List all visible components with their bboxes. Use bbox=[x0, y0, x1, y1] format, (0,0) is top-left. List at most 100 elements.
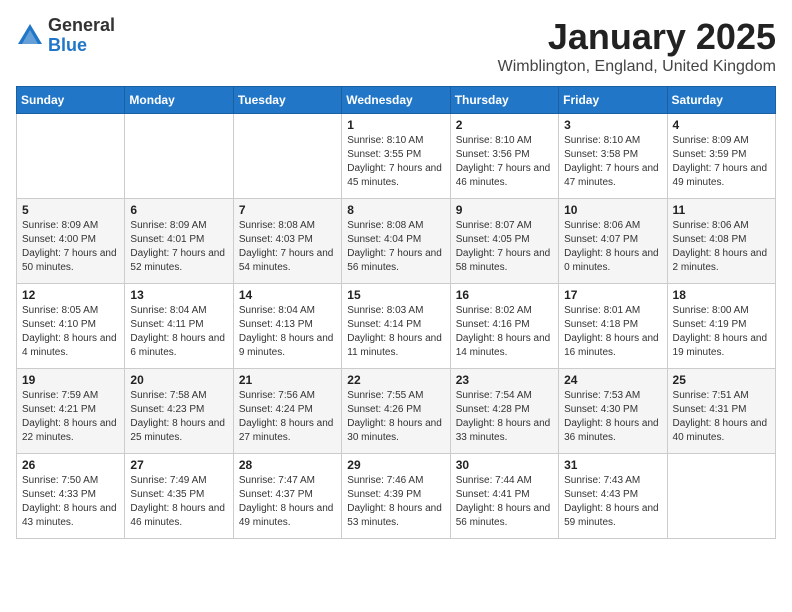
day-number: 11 bbox=[673, 203, 770, 217]
day-number: 26 bbox=[22, 458, 119, 472]
calendar-cell: 27Sunrise: 7:49 AM Sunset: 4:35 PM Dayli… bbox=[125, 454, 233, 539]
calendar-week-5: 26Sunrise: 7:50 AM Sunset: 4:33 PM Dayli… bbox=[17, 454, 776, 539]
day-number: 4 bbox=[673, 118, 770, 132]
day-detail: Sunrise: 8:01 AM Sunset: 4:18 PM Dayligh… bbox=[564, 304, 661, 360]
calendar-cell: 6Sunrise: 8:09 AM Sunset: 4:01 PM Daylig… bbox=[125, 199, 233, 284]
day-detail: Sunrise: 7:43 AM Sunset: 4:43 PM Dayligh… bbox=[564, 474, 661, 530]
weekday-header-wednesday: Wednesday bbox=[342, 87, 450, 114]
calendar-cell: 4 Sunrise: 8:09 AM Sunset: 3:59 PM Daylig… bbox=[667, 114, 775, 199]
day-detail: Sunrise: 8:09 AM Sunset: 4:00 PM Dayligh… bbox=[22, 219, 119, 275]
day-number: 23 bbox=[456, 373, 553, 387]
day-detail: Sunrise: 7:54 AM Sunset: 4:28 PM Dayligh… bbox=[456, 389, 553, 445]
calendar-cell: 15 Sunrise: 8:03 AM Sunset: 4:14 PM Dayli… bbox=[342, 284, 450, 369]
day-detail: Sunrise: 8:00 AM Sunset: 4:19 PM Dayligh… bbox=[673, 304, 770, 360]
calendar-cell: 7 Sunrise: 8:08 AM Sunset: 4:03 PM Daylig… bbox=[233, 199, 341, 284]
calendar-cell bbox=[667, 454, 775, 539]
logo-blue: Blue bbox=[48, 36, 115, 56]
logo: General Blue bbox=[16, 16, 115, 56]
calendar-cell: 29 Sunrise: 7:46 AM Sunset: 4:39 PM Dayli… bbox=[342, 454, 450, 539]
calendar-cell: 3 Sunrise: 8:10 AM Sunset: 3:58 PM Daylig… bbox=[559, 114, 667, 199]
day-detail: Sunrise: 7:55 AM Sunset: 4:26 PM Dayligh… bbox=[347, 389, 444, 445]
day-detail: Sunrise: 7:58 AM Sunset: 4:23 PM Dayligh… bbox=[130, 389, 227, 445]
calendar-cell: 26Sunrise: 7:50 AM Sunset: 4:33 PM Dayli… bbox=[17, 454, 125, 539]
day-number: 17 bbox=[564, 288, 661, 302]
day-number: 27 bbox=[130, 458, 227, 472]
day-number: 7 bbox=[239, 203, 336, 217]
day-number: 10 bbox=[564, 203, 661, 217]
calendar-cell: 30 Sunrise: 7:44 AM Sunset: 4:41 PM Dayli… bbox=[450, 454, 558, 539]
day-number: 14 bbox=[239, 288, 336, 302]
day-number: 8 bbox=[347, 203, 444, 217]
calendar-cell: 8 Sunrise: 8:08 AM Sunset: 4:04 PM Daylig… bbox=[342, 199, 450, 284]
calendar-cell: 17 Sunrise: 8:01 AM Sunset: 4:18 PM Dayli… bbox=[559, 284, 667, 369]
day-number: 16 bbox=[456, 288, 553, 302]
weekday-header-row: SundayMondayTuesdayWednesdayThursdayFrid… bbox=[17, 87, 776, 114]
day-detail: Sunrise: 8:02 AM Sunset: 4:16 PM Dayligh… bbox=[456, 304, 553, 360]
day-detail: Sunrise: 8:03 AM Sunset: 4:14 PM Dayligh… bbox=[347, 304, 444, 360]
title-block: January 2025 Wimblington, England, Unite… bbox=[498, 16, 776, 76]
calendar-cell: 25 Sunrise: 7:51 AM Sunset: 4:31 PM Dayli… bbox=[667, 369, 775, 454]
day-detail: Sunrise: 8:10 AM Sunset: 3:56 PM Dayligh… bbox=[456, 134, 553, 190]
day-number: 5 bbox=[22, 203, 119, 217]
weekday-header-sunday: Sunday bbox=[17, 87, 125, 114]
logo-text: General Blue bbox=[48, 16, 115, 56]
day-number: 29 bbox=[347, 458, 444, 472]
logo-general: General bbox=[48, 16, 115, 36]
weekday-header-saturday: Saturday bbox=[667, 87, 775, 114]
calendar-cell bbox=[125, 114, 233, 199]
day-detail: Sunrise: 7:51 AM Sunset: 4:31 PM Dayligh… bbox=[673, 389, 770, 445]
calendar-cell: 23 Sunrise: 7:54 AM Sunset: 4:28 PM Dayli… bbox=[450, 369, 558, 454]
day-detail: Sunrise: 8:06 AM Sunset: 4:07 PM Dayligh… bbox=[564, 219, 661, 275]
day-number: 28 bbox=[239, 458, 336, 472]
day-detail: Sunrise: 7:56 AM Sunset: 4:24 PM Dayligh… bbox=[239, 389, 336, 445]
calendar-cell: 13 Sunrise: 8:04 AM Sunset: 4:11 PM Dayli… bbox=[125, 284, 233, 369]
calendar-week-3: 12 Sunrise: 8:05 AM Sunset: 4:10 PM Dayli… bbox=[17, 284, 776, 369]
day-detail: Sunrise: 7:44 AM Sunset: 4:41 PM Dayligh… bbox=[456, 474, 553, 530]
day-number: 12 bbox=[22, 288, 119, 302]
weekday-header-friday: Friday bbox=[559, 87, 667, 114]
day-detail: Sunrise: 8:07 AM Sunset: 4:05 PM Dayligh… bbox=[456, 219, 553, 275]
calendar-cell: 2Sunrise: 8:10 AM Sunset: 3:56 PM Daylig… bbox=[450, 114, 558, 199]
calendar-cell: 5 Sunrise: 8:09 AM Sunset: 4:00 PM Daylig… bbox=[17, 199, 125, 284]
weekday-header-monday: Monday bbox=[125, 87, 233, 114]
day-number: 1 bbox=[347, 118, 444, 132]
title-location: Wimblington, England, United Kingdom bbox=[498, 58, 776, 76]
day-number: 15 bbox=[347, 288, 444, 302]
day-detail: Sunrise: 8:06 AM Sunset: 4:08 PM Dayligh… bbox=[673, 219, 770, 275]
calendar-cell: 1 Sunrise: 8:10 AM Sunset: 3:55 PM Daylig… bbox=[342, 114, 450, 199]
day-detail: Sunrise: 8:08 AM Sunset: 4:03 PM Dayligh… bbox=[239, 219, 336, 275]
calendar-cell bbox=[233, 114, 341, 199]
day-detail: Sunrise: 8:10 AM Sunset: 3:58 PM Dayligh… bbox=[564, 134, 661, 190]
calendar-week-1: 1 Sunrise: 8:10 AM Sunset: 3:55 PM Daylig… bbox=[17, 114, 776, 199]
day-detail: Sunrise: 8:04 AM Sunset: 4:11 PM Dayligh… bbox=[130, 304, 227, 360]
day-detail: Sunrise: 7:46 AM Sunset: 4:39 PM Dayligh… bbox=[347, 474, 444, 530]
day-number: 24 bbox=[564, 373, 661, 387]
day-detail: Sunrise: 7:59 AM Sunset: 4:21 PM Dayligh… bbox=[22, 389, 119, 445]
calendar-week-2: 5 Sunrise: 8:09 AM Sunset: 4:00 PM Daylig… bbox=[17, 199, 776, 284]
day-number: 30 bbox=[456, 458, 553, 472]
calendar-cell: 28Sunrise: 7:47 AM Sunset: 4:37 PM Dayli… bbox=[233, 454, 341, 539]
calendar-cell: 20Sunrise: 7:58 AM Sunset: 4:23 PM Dayli… bbox=[125, 369, 233, 454]
day-detail: Sunrise: 8:09 AM Sunset: 3:59 PM Dayligh… bbox=[673, 134, 770, 190]
calendar-cell: 21 Sunrise: 7:56 AM Sunset: 4:24 PM Dayli… bbox=[233, 369, 341, 454]
calendar-table: SundayMondayTuesdayWednesdayThursdayFrid… bbox=[16, 86, 776, 539]
day-detail: Sunrise: 8:05 AM Sunset: 4:10 PM Dayligh… bbox=[22, 304, 119, 360]
day-detail: Sunrise: 8:10 AM Sunset: 3:55 PM Dayligh… bbox=[347, 134, 444, 190]
day-number: 21 bbox=[239, 373, 336, 387]
calendar-cell: 16 Sunrise: 8:02 AM Sunset: 4:16 PM Dayli… bbox=[450, 284, 558, 369]
calendar-cell: 19 Sunrise: 7:59 AM Sunset: 4:21 PM Dayli… bbox=[17, 369, 125, 454]
day-detail: Sunrise: 8:08 AM Sunset: 4:04 PM Dayligh… bbox=[347, 219, 444, 275]
day-number: 9 bbox=[456, 203, 553, 217]
day-number: 25 bbox=[673, 373, 770, 387]
calendar-cell: 31Sunrise: 7:43 AM Sunset: 4:43 PM Dayli… bbox=[559, 454, 667, 539]
day-number: 13 bbox=[130, 288, 227, 302]
day-number: 18 bbox=[673, 288, 770, 302]
calendar-week-4: 19 Sunrise: 7:59 AM Sunset: 4:21 PM Dayli… bbox=[17, 369, 776, 454]
calendar-cell: 18 Sunrise: 8:00 AM Sunset: 4:19 PM Dayli… bbox=[667, 284, 775, 369]
weekday-header-tuesday: Tuesday bbox=[233, 87, 341, 114]
weekday-header-thursday: Thursday bbox=[450, 87, 558, 114]
day-number: 19 bbox=[22, 373, 119, 387]
calendar-cell: 10 Sunrise: 8:06 AM Sunset: 4:07 PM Dayli… bbox=[559, 199, 667, 284]
day-number: 3 bbox=[564, 118, 661, 132]
title-month: January 2025 bbox=[498, 16, 776, 58]
